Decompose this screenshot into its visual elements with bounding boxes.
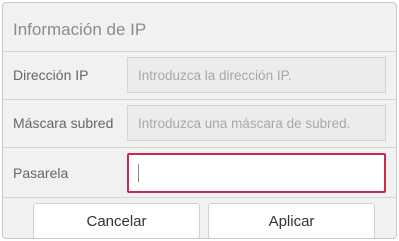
subnet-mask-input[interactable] (127, 105, 386, 141)
row-divider (3, 147, 396, 148)
text-cursor (138, 164, 139, 182)
row-divider (3, 99, 396, 100)
row-divider (3, 197, 396, 198)
dialog-title: Información de IP (13, 20, 147, 39)
gateway-label: Pasarela (13, 165, 69, 181)
ip-address-input[interactable] (127, 57, 386, 93)
apply-button[interactable]: Aplicar (208, 203, 375, 238)
gateway-input[interactable] (127, 153, 386, 193)
subnet-mask-label: Máscara subred (13, 115, 114, 131)
title-divider (3, 51, 396, 52)
ip-address-label: Dirección IP (13, 67, 89, 83)
cancel-button[interactable]: Cancelar (33, 203, 200, 238)
ip-info-dialog: Información de IP Dirección IP Máscara s… (2, 2, 397, 239)
